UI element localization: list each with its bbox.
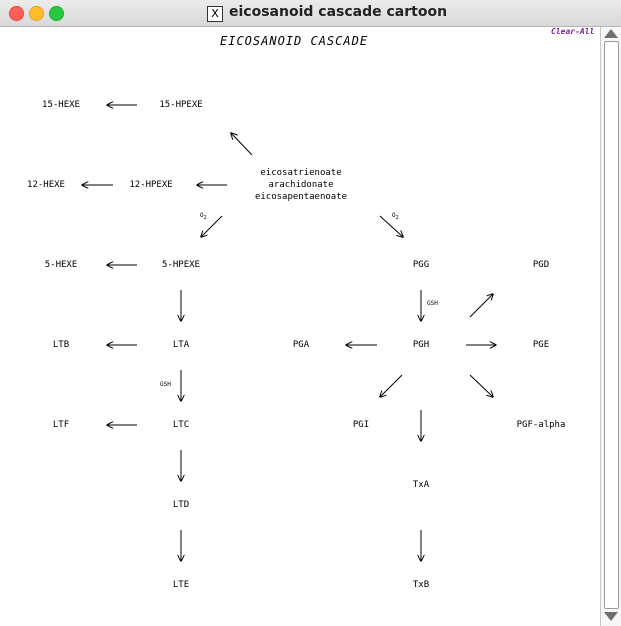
x11-app-icon: X bbox=[207, 6, 223, 22]
node-pge[interactable]: PGE bbox=[533, 339, 549, 351]
node-pgg[interactable]: PGG bbox=[413, 259, 429, 271]
arrow-pgh-to-pgf bbox=[469, 374, 493, 397]
vertical-scrollbar[interactable] bbox=[600, 27, 621, 626]
node-pgd[interactable]: PGD bbox=[533, 259, 549, 271]
arrow-substrate-to-15hpexe bbox=[231, 133, 253, 156]
substrate-eicosapentaenoate: eicosapentaenoate bbox=[254, 192, 348, 202]
substrate-arachidonate: arachidonate bbox=[268, 180, 334, 190]
scrollbar-thumb[interactable] bbox=[604, 41, 619, 609]
node-ltb[interactable]: LTB bbox=[53, 339, 69, 351]
label-gsh-pgh: GSH bbox=[427, 300, 438, 307]
node-pgf-alpha[interactable]: PGF-alpha bbox=[517, 419, 566, 431]
close-window-button[interactable] bbox=[9, 6, 24, 21]
zoom-window-button[interactable] bbox=[49, 6, 64, 21]
reaction-arrows bbox=[0, 27, 600, 626]
node-15-hpexe[interactable]: 15-HPEXE bbox=[159, 99, 202, 111]
node-12-hexe[interactable]: 12-HEXE bbox=[27, 179, 65, 191]
node-txa[interactable]: TxA bbox=[413, 479, 429, 491]
node-txb[interactable]: TxB bbox=[413, 579, 429, 591]
label-o2-right: O2 bbox=[392, 212, 399, 222]
scroll-up-arrow-icon[interactable] bbox=[604, 29, 618, 38]
node-pga[interactable]: PGA bbox=[293, 339, 309, 351]
node-15-hexe[interactable]: 15-HEXE bbox=[42, 99, 80, 111]
substrate-eicosatrienoate: eicosatrienoate bbox=[260, 168, 342, 178]
node-pgh[interactable]: PGH bbox=[413, 339, 429, 351]
app-window: X eicosanoid cascade cartoon EICOSANOID … bbox=[0, 0, 621, 626]
node-5-hpexe[interactable]: 5-HPEXE bbox=[162, 259, 200, 271]
node-ltf[interactable]: LTF bbox=[53, 419, 69, 431]
node-5-hexe[interactable]: 5-HEXE bbox=[45, 259, 78, 271]
node-substrates[interactable]: eicosatrienoate arachidonate eicosapenta… bbox=[255, 167, 347, 203]
diagram-canvas[interactable]: EICOSANOID CASCADE Clear-All 15-HEXE 15-… bbox=[0, 27, 600, 626]
node-lta[interactable]: LTA bbox=[173, 339, 189, 351]
node-pgi[interactable]: PGI bbox=[353, 419, 369, 431]
minimize-window-button[interactable] bbox=[29, 6, 44, 21]
label-o2-left: O2 bbox=[200, 212, 207, 222]
arrow-pgh-to-pgd bbox=[469, 294, 493, 318]
label-gsh-ltc: GSH bbox=[160, 381, 171, 388]
window-title: eicosanoid cascade cartoon bbox=[229, 4, 448, 20]
node-ltc[interactable]: LTC bbox=[173, 419, 189, 431]
title-bar[interactable]: X eicosanoid cascade cartoon bbox=[0, 0, 621, 27]
scroll-down-arrow-icon[interactable] bbox=[604, 612, 618, 621]
node-lte[interactable]: LTE bbox=[173, 579, 189, 591]
node-12-hpexe[interactable]: 12-HPEXE bbox=[129, 179, 172, 191]
arrow-pgh-to-pgi bbox=[380, 374, 403, 397]
node-ltd[interactable]: LTD bbox=[173, 499, 189, 511]
